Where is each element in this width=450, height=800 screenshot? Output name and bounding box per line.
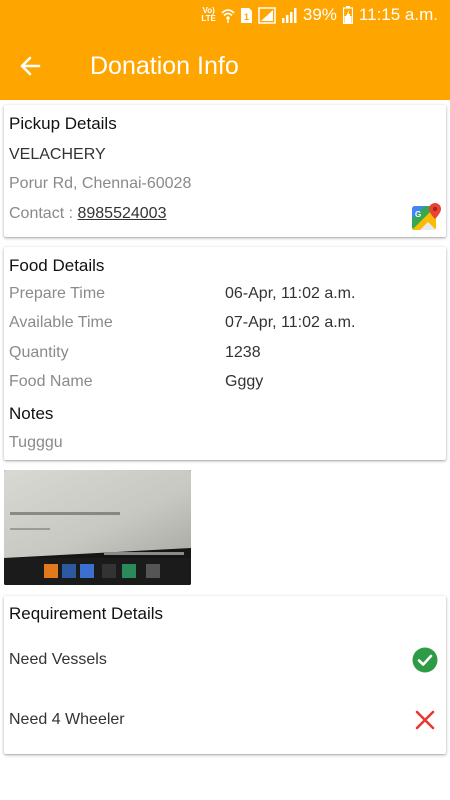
status-icons: Vo) LTE 1 [201, 7, 297, 24]
volte-icon: Vo) LTE [201, 6, 216, 23]
food-row-value: 06-Apr, 11:02 a.m. [225, 285, 356, 302]
food-row-label: Quantity [9, 344, 69, 361]
contact-phone-link[interactable]: 8985524003 [77, 205, 166, 222]
battery-percent: 39% [302, 5, 337, 24]
sim-icon: 1 [240, 7, 253, 24]
data-signal-icon [258, 6, 276, 24]
back-button[interactable] [0, 36, 60, 96]
cross-icon [415, 710, 435, 730]
svg-text:1: 1 [244, 12, 249, 22]
food-details-card: Food Details Prepare Time 06-Apr, 11:02 … [4, 247, 446, 460]
food-row-value: 1238 [225, 344, 261, 361]
food-row-label: Available Time [9, 314, 113, 331]
pickup-location-name: VELACHERY [9, 146, 106, 163]
check-circle-icon [412, 647, 438, 673]
food-photo-image [4, 470, 191, 585]
pickup-address: Porur Rd, Chennai-60028 [9, 175, 192, 192]
page-title: Donation Info [90, 51, 239, 80]
requirement-label: Need Vessels [9, 651, 107, 668]
signal-bars-icon [281, 7, 297, 23]
food-details-heading: Food Details [9, 256, 105, 275]
pickup-details-card: Pickup Details VELACHERY Porur Rd, Chenn… [4, 105, 446, 237]
contact-label: Contact : [9, 205, 78, 222]
food-row-label: Prepare Time [9, 285, 106, 302]
food-row-value: Gggy [225, 373, 264, 390]
pickup-details-heading: Pickup Details [9, 114, 117, 133]
requirement-details-heading: Requirement Details [9, 604, 164, 623]
notes-heading: Notes [9, 404, 54, 423]
google-maps-icon: G [412, 203, 441, 230]
contact-row: Contact : 8985524003 [9, 205, 166, 223]
food-row-value: 07-Apr, 11:02 a.m. [225, 314, 356, 331]
notes-text: Tugggu [9, 434, 63, 451]
requirement-details-card: Requirement Details Need Vessels Need 4 … [4, 596, 446, 754]
food-photo[interactable] [4, 470, 191, 585]
requirement-label: Need 4 Wheeler [9, 711, 125, 728]
battery-charging-icon [342, 6, 353, 24]
toolbar: Donation Info [0, 32, 450, 100]
status-bar: Vo) LTE 1 39% 11:15 a.m. [0, 0, 450, 30]
clock: 11:15 a.m. [358, 5, 438, 24]
app-header: Vo) LTE 1 39% 11:15 a.m. Donation Info [0, 0, 450, 100]
arrow-left-icon [20, 56, 41, 76]
google-maps-button[interactable]: G [411, 201, 443, 233]
svg-text:G: G [415, 210, 421, 219]
wifi-icon [221, 7, 235, 23]
food-row-label: Food Name [9, 373, 93, 390]
